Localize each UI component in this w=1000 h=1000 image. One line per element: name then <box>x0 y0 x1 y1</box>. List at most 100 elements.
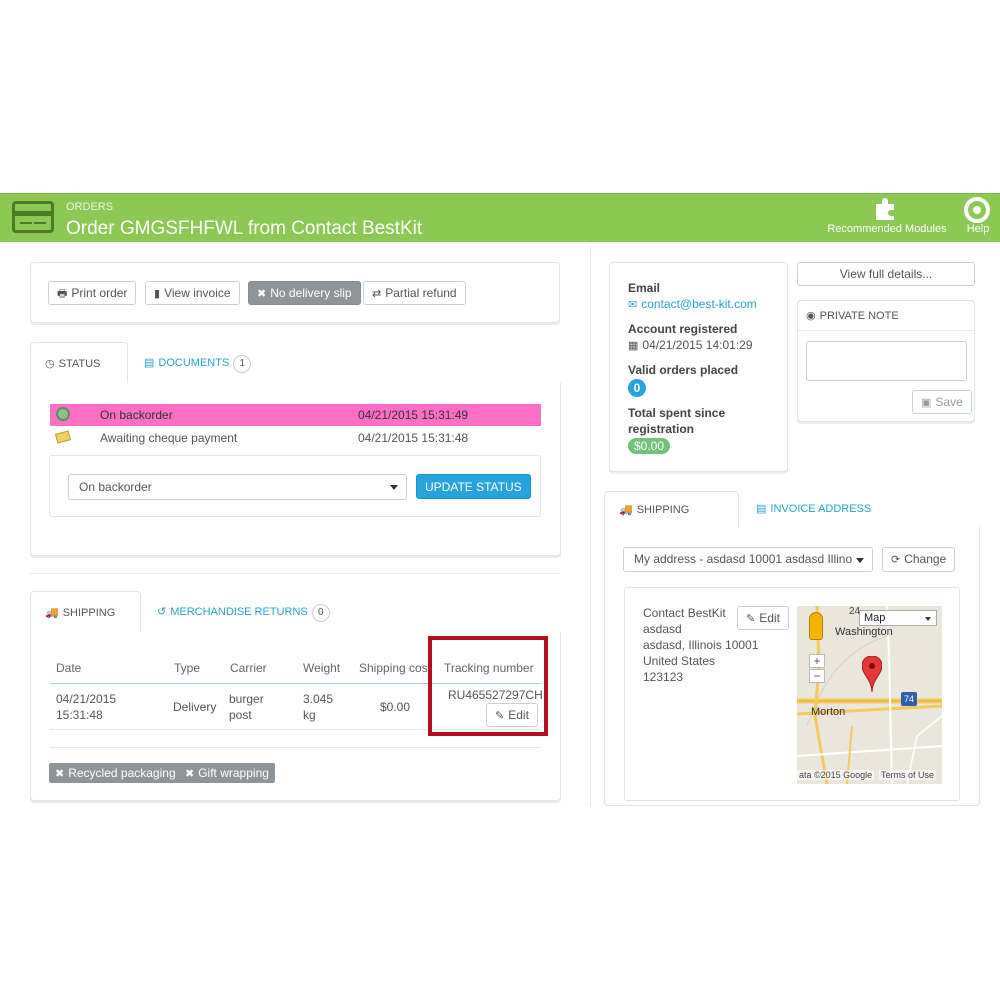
highway-shield: 24 <box>849 606 861 617</box>
account-registered-date: ▦ 04/21/2015 14:01:29 <box>628 338 753 352</box>
cheque-status-icon <box>54 430 72 444</box>
column-divider <box>590 246 591 806</box>
address-line: United States <box>643 654 716 668</box>
clock-icon: ◷ <box>45 358 55 370</box>
status-row-backorder: On backorder 04/21/2015 15:31:49 <box>50 404 541 426</box>
update-status-button[interactable]: UPDATE STATUS <box>416 474 531 499</box>
save-note-button[interactable]: ▣ Save <box>912 390 972 414</box>
calendar-icon: ▦ <box>628 340 639 352</box>
status-section: ◷STATUS2 ▤DOCUMENTS1 On backorder 04/21/… <box>30 342 561 556</box>
credit-card-icon <box>12 201 54 233</box>
truck-icon: 🚚 <box>45 607 59 619</box>
col-weight: Weight <box>303 661 341 675</box>
chevron-down-icon <box>856 558 864 563</box>
valid-orders-badge: 0 <box>628 379 646 397</box>
map-terms-link[interactable]: Terms of Use <box>879 770 937 780</box>
truck-icon: 🚚 <box>619 504 633 516</box>
view-full-details-button[interactable]: View full details... <box>797 262 975 286</box>
address-line: 123123 <box>643 670 684 684</box>
col-shipping-cost: Shipping cost <box>359 661 429 675</box>
help-button[interactable]: Help <box>958 194 998 242</box>
total-spent-label-2: registration <box>628 422 695 436</box>
undo-icon: ↺ <box>157 606 167 618</box>
exchange-icon: ⇄ <box>372 288 382 300</box>
pencil-icon: ✎ <box>746 613 756 625</box>
map-marker-icon[interactable] <box>862 656 882 692</box>
close-icon: ✖ <box>55 768 65 780</box>
tab-invoice-address[interactable]: ▤ INVOICE ADDRESS <box>742 491 885 528</box>
partial-refund-button[interactable]: ⇄ Partial refund <box>363 281 466 305</box>
email-label: Email <box>628 281 661 295</box>
status-row-awaiting-cheque: Awaiting cheque payment 04/21/2015 15:31… <box>50 427 541 449</box>
status-date: 04/21/2015 15:31:49 <box>358 408 469 422</box>
close-icon: ✖ <box>185 768 195 780</box>
file-text-icon: ▤ <box>144 357 155 369</box>
private-note-textarea[interactable] <box>806 341 967 381</box>
recycled-packaging-tag: ✖ Recycled packaging <box>49 763 182 783</box>
col-type: Type <box>174 661 201 675</box>
floppy-disk-icon: ▣ <box>921 397 932 409</box>
order-actions-panel: 🖶 Print order ▮ View invoice ✖ No delivery … <box>30 262 560 323</box>
total-spent-badge: $0.00 <box>628 438 670 454</box>
eye-slash-icon: ◉ <box>806 310 816 322</box>
tab-shipping[interactable]: 🚚SHIPPING1 <box>30 591 141 665</box>
returns-count-badge: 0 <box>311 604 330 622</box>
map-city-label: Washington <box>835 626 893 638</box>
breadcrumb[interactable]: ORDERS <box>66 201 113 213</box>
printer-icon: 🖶 <box>57 288 68 300</box>
documents-count-badge: 1 <box>233 355 252 373</box>
tags-divider <box>50 747 541 748</box>
change-address-button[interactable]: ⟳ Change <box>882 547 956 572</box>
address-line: asdasd <box>643 622 682 636</box>
envelope-icon: ✉ <box>628 299 638 311</box>
address-card: Contact BestKit asdasd asdasd, Illinois … <box>624 587 960 801</box>
email-link[interactable]: ✉ contact@best-kit.com <box>628 297 757 311</box>
private-note-heading: ◉ PRIVATE NOTE <box>806 310 899 322</box>
address-select[interactable]: My address - asdasd 10001 asdasd Illino <box>623 547 873 572</box>
map-type-select[interactable]: Map <box>859 610 937 626</box>
address-line: asdasd, Illinois 10001 <box>643 638 759 652</box>
map-attribution: ata ©2015 Google <box>797 770 875 780</box>
col-date: Date <box>56 661 82 675</box>
refresh-icon: ⟳ <box>891 554 901 566</box>
valid-orders-label: Valid orders placed <box>628 363 739 377</box>
no-delivery-slip-button[interactable]: ✖ No delivery slip <box>248 281 361 305</box>
tab-documents[interactable]: ▤ DOCUMENTS 1 <box>130 342 265 384</box>
account-registered-label: Account registered <box>628 322 738 336</box>
tracking-highlight-box <box>428 636 548 736</box>
status-date: 04/21/2015 15:31:48 <box>358 431 469 445</box>
recommended-modules-button[interactable]: Recommended Modules <box>818 194 954 242</box>
tab-merchandise-returns[interactable]: ↺ MERCHANDISE RETURNS 0 <box>143 591 344 633</box>
order-status-select[interactable]: On backorder <box>68 474 407 500</box>
col-carrier: Carrier <box>230 661 267 675</box>
chevron-down-icon <box>925 617 931 621</box>
update-status-form: On backorder UPDATE STATUS <box>49 455 541 517</box>
backorder-status-icon <box>56 407 70 421</box>
total-spent-label: Total spent since <box>628 406 726 420</box>
map-zoom-out[interactable]: − <box>809 669 825 683</box>
close-icon: ✖ <box>257 288 267 300</box>
file-icon: ▮ <box>154 288 161 300</box>
map-city-label: Morton <box>811 706 846 718</box>
street-view-pegman-icon[interactable] <box>809 612 823 640</box>
print-order-button[interactable]: 🖶 Print order <box>48 281 137 305</box>
edit-address-button[interactable]: ✎ Edit <box>737 606 789 630</box>
status-name: On backorder <box>100 408 173 422</box>
status-name: Awaiting cheque payment <box>100 431 238 445</box>
private-note-divider <box>798 330 974 331</box>
view-invoice-button[interactable]: ▮ View invoice <box>145 281 240 305</box>
tab-status[interactable]: ◷STATUS2 <box>30 342 128 416</box>
map[interactable]: + − Map 24 Washington Morton 74 ata ©201… <box>797 606 942 784</box>
address-line: Contact BestKit <box>643 606 726 620</box>
customer-panel: Email ✉ contact@best-kit.com Account regi… <box>609 262 788 472</box>
file-text-icon: ▤ <box>756 503 767 515</box>
tab-shipping-address[interactable]: 🚚SHIPPING ADDRESS <box>604 491 739 553</box>
page-header: ORDERS Order GMGSFHFWL from Contact Best… <box>0 193 1000 242</box>
chevron-down-icon <box>390 485 398 490</box>
puzzle-icon <box>876 198 894 220</box>
address-section: 🚚SHIPPING ADDRESS ▤INVOICE ADDRESS My ad… <box>604 491 980 806</box>
highway-shield: 74 <box>901 692 917 706</box>
section-divider <box>30 573 560 574</box>
shipping-section: 🚚SHIPPING1 ↺MERCHANDISE RETURNS0 Date Ty… <box>30 591 561 801</box>
map-zoom-in[interactable]: + <box>809 654 825 668</box>
